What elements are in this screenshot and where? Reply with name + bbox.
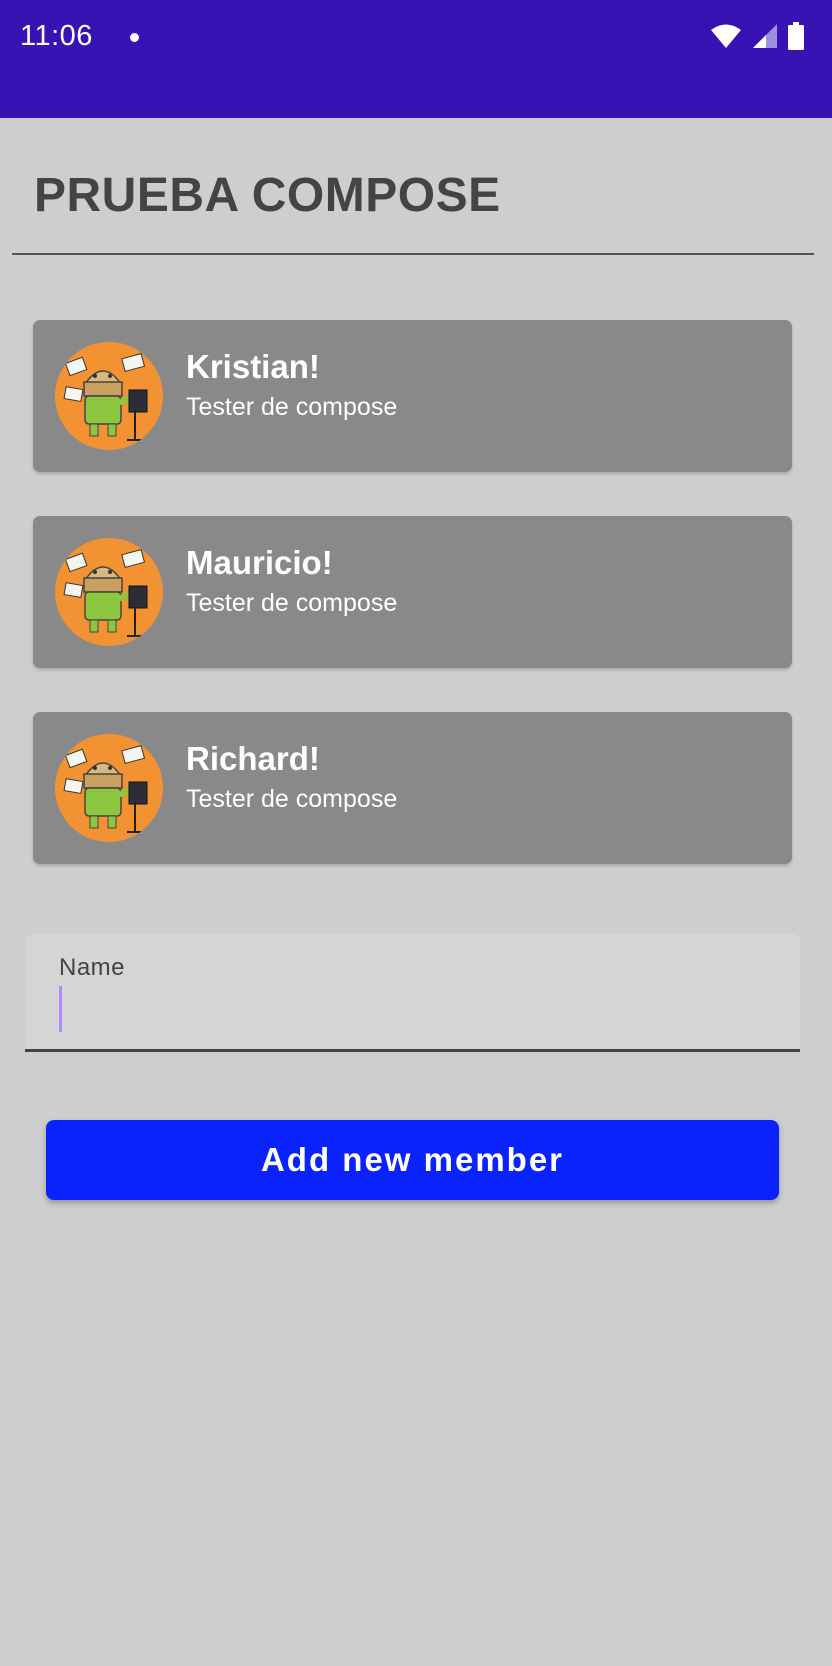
status-bar: 11:06 — [0, 0, 832, 118]
name-input[interactable] — [65, 986, 769, 1034]
add-member-button[interactable]: Add new member — [46, 1120, 779, 1200]
page-title: PRUEBA COMPOSE — [34, 169, 501, 222]
cellular-signal-icon — [753, 24, 777, 48]
member-role: Tester de compose — [186, 785, 398, 813]
member-name: Kristian! — [186, 348, 320, 385]
android-conductor-avatar-icon — [55, 734, 163, 842]
battery-icon — [788, 22, 804, 50]
android-conductor-avatar-icon — [55, 342, 163, 450]
member-name: Richard! — [186, 740, 320, 777]
member-list: Kristian! Tester de compose Mauricio! Te… — [33, 320, 792, 908]
wifi-icon — [711, 24, 741, 48]
name-field[interactable]: Name — [25, 934, 800, 1052]
name-field-label: Name — [59, 954, 126, 981]
notification-dot-icon — [130, 33, 139, 42]
member-card[interactable]: Richard! Tester de compose — [33, 712, 792, 864]
member-role: Tester de compose — [186, 393, 398, 421]
status-icons — [710, 22, 804, 50]
android-conductor-avatar-icon — [55, 538, 163, 646]
member-card[interactable]: Mauricio! Tester de compose — [33, 516, 792, 668]
text-cursor — [59, 986, 62, 1032]
status-time: 11:06 — [20, 20, 93, 52]
member-card[interactable]: Kristian! Tester de compose — [33, 320, 792, 472]
member-role: Tester de compose — [186, 589, 398, 617]
title-divider — [12, 253, 814, 255]
member-name: Mauricio! — [186, 544, 333, 581]
